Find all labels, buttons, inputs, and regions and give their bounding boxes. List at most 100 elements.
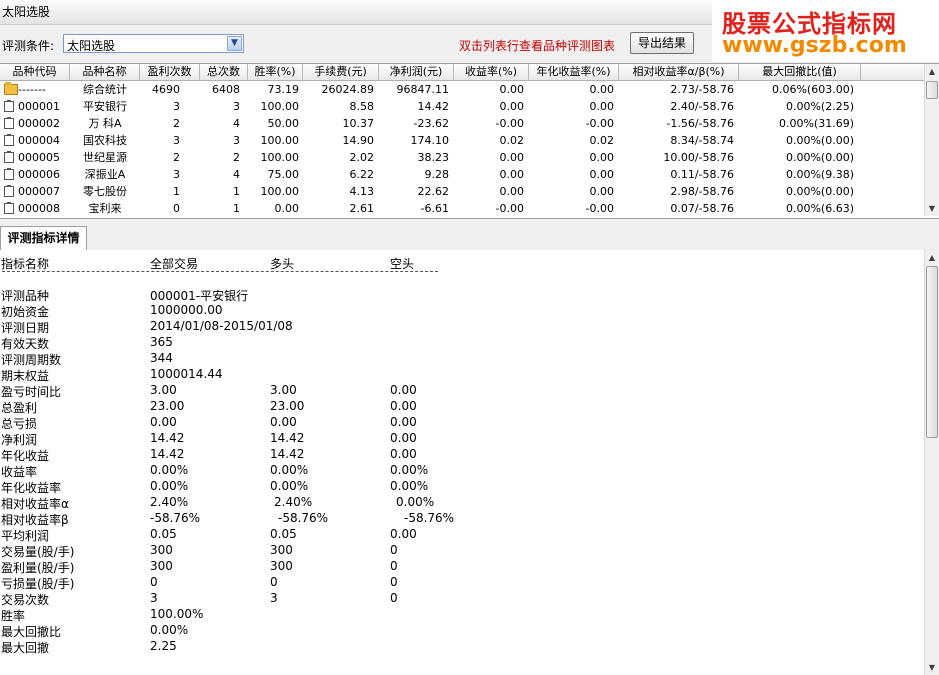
- detail-metric-value: 1000014.44: [150, 367, 223, 381]
- detail-metric-value: 2.40%: [150, 495, 189, 509]
- column-header-annual[interactable]: 年化收益率(%): [529, 64, 619, 80]
- detail-metric-value: 14.42: [270, 447, 305, 461]
- document-icon: [4, 100, 14, 112]
- column-header-fee[interactable]: 手续费(元): [303, 64, 379, 80]
- detail-metric-name: 评测日期: [1, 321, 50, 335]
- detail-metric-value: 23.00: [150, 399, 185, 413]
- scroll-up-icon[interactable]: ▲: [925, 64, 939, 79]
- table-header: 品种代码 品种名称 盈利次数 总次数 胜率(%) 手续费(元) 净利润(元) 收…: [0, 64, 924, 81]
- cell-drawdown: 0.00%(31.69): [778, 117, 854, 130]
- document-icon: [4, 117, 14, 129]
- detail-metric-value: 0.00%: [150, 623, 189, 637]
- detail-header-metric: 指标名称: [1, 257, 50, 271]
- detail-metric-value: 2014/01/08-2015/01/08: [150, 319, 293, 333]
- scrollbar-thumb[interactable]: [926, 81, 938, 99]
- table-row[interactable]: 000002 万 科A 2 4 50.00 10.37 -23.62 -0.00 -0.00 -1…: [0, 115, 924, 132]
- cell-ret: 0.00: [499, 83, 525, 96]
- export-button[interactable]: 导出结果: [630, 32, 694, 54]
- detail-metric-value: 0.05: [150, 527, 177, 541]
- column-header-relative[interactable]: 相对收益率α/β(%): [619, 64, 739, 80]
- column-header-drawdown[interactable]: 最大回撤比(值): [739, 64, 861, 80]
- cell-winrate: 75.00: [267, 168, 300, 181]
- scroll-down-icon[interactable]: ▼: [925, 201, 939, 216]
- table-row[interactable]: 000005 世纪星源 2 2 100.00 2.02 38.23 0.00 0.00 10.00…: [0, 149, 924, 166]
- detail-scrollbar[interactable]: ▲ ▼: [924, 250, 939, 675]
- column-header-return[interactable]: 收益率(%): [454, 64, 529, 80]
- cell-drawdown: 0.06%(603.00): [771, 83, 854, 96]
- cell-annual: 0.00: [589, 100, 615, 113]
- cell-code: 000001: [18, 100, 60, 113]
- detail-tab-bar: 评测指标详情: [0, 226, 939, 251]
- cell-drawdown: 0.00%(0.00): [785, 134, 854, 147]
- detail-metric-value: -58.76%: [278, 511, 329, 525]
- detail-metric-value: 14.42: [150, 431, 185, 445]
- condition-select[interactable]: 太阳选股 ▼: [63, 34, 244, 53]
- cell-profit: 22.62: [417, 185, 450, 198]
- cell-code: 000006: [18, 168, 60, 181]
- table-row[interactable]: 000007 零七股份 1 1 100.00 4.13 22.62 0.00 0.00 2.98/…: [0, 183, 924, 200]
- column-header-code[interactable]: 品种代码: [0, 64, 70, 80]
- table-row[interactable]: 000006 深振业A 3 4 75.00 6.22 9.28 0.00 0.00 0.11/-5…: [0, 166, 924, 183]
- document-icon: [4, 134, 14, 146]
- cell-profit: -6.61: [420, 202, 449, 215]
- cell-profit: 38.23: [417, 151, 450, 164]
- detail-metric-value: 000001-平安银行: [150, 289, 249, 303]
- document-icon: [4, 202, 14, 214]
- column-header-profit[interactable]: 净利润(元): [379, 64, 454, 80]
- cell-profit: 14.42: [417, 100, 450, 113]
- detail-metric-name: 期末权益: [1, 369, 50, 383]
- detail-metric-value: 0.00%: [390, 479, 429, 493]
- detail-metric-value: 300: [270, 559, 293, 573]
- detail-metric-value: 0.00: [270, 415, 297, 429]
- cell-relative: 10.00/-58.76: [663, 151, 734, 164]
- divider: [2, 271, 438, 272]
- detail-metric-name: 总亏损: [1, 417, 38, 431]
- cell-wins: 3: [173, 168, 180, 181]
- cell-winrate: 100.00: [260, 151, 300, 164]
- cell-ret: 0.00: [499, 100, 525, 113]
- cell-relative: 0.11/-58.76: [670, 168, 734, 181]
- table-row[interactable]: 000001 平安银行 3 3 100.00 8.58 14.42 0.00 0.00 2.40/…: [0, 98, 924, 115]
- cell-relative: 2.98/-58.76: [670, 185, 734, 198]
- detail-metric-name: 年化收益: [1, 449, 50, 463]
- detail-metric-value: 0.00: [390, 399, 417, 413]
- cell-name: 零七股份: [83, 185, 127, 198]
- cell-annual: 0.00: [589, 168, 615, 181]
- scroll-down-icon[interactable]: ▼: [925, 660, 939, 675]
- cell-winrate: 100.00: [260, 134, 300, 147]
- cell-annual: -0.00: [585, 117, 614, 130]
- cell-ret: 0.00: [499, 151, 525, 164]
- detail-metric-name: 相对收益率β: [1, 513, 69, 527]
- column-header-total[interactable]: 总次数: [200, 64, 248, 80]
- column-header-name[interactable]: 品种名称: [70, 64, 140, 80]
- detail-metric-value: 14.42: [150, 447, 185, 461]
- cell-name: 宝利来: [88, 202, 122, 215]
- cell-relative: 0.07/-58.76: [670, 202, 734, 215]
- scroll-up-icon[interactable]: ▲: [925, 250, 939, 265]
- table-scrollbar[interactable]: ▲ ▼: [924, 64, 939, 216]
- cell-wins: 0: [173, 202, 180, 215]
- detail-metric-value: 3: [150, 591, 158, 605]
- table-row[interactable]: ------- 综合统计 4690 6408 73.19 26024.89 96847.11…: [0, 81, 924, 98]
- detail-metric-value: 0: [270, 575, 278, 589]
- detail-metric-name: 平均利润: [1, 529, 50, 543]
- column-header-wins[interactable]: 盈利次数: [140, 64, 200, 80]
- column-header-winrate[interactable]: 胜率(%): [248, 64, 303, 80]
- detail-metric-name: 净利润: [1, 433, 38, 447]
- cell-annual: 0.00: [589, 185, 615, 198]
- cell-total: 1: [233, 202, 240, 215]
- scrollbar-thumb[interactable]: [926, 266, 938, 438]
- cell-name: 综合统计: [83, 83, 127, 96]
- chevron-down-icon[interactable]: ▼: [227, 36, 242, 51]
- detail-metric-name: 最大回撤比: [1, 625, 62, 639]
- detail-metric-name: 盈亏时间比: [1, 385, 62, 399]
- table-row[interactable]: 000008 宝利来 0 1 0.00 2.61 -6.61 -0.00 -0.00 0.07/-…: [0, 200, 924, 217]
- site-watermark: 股票公式指标网 www.gszb.com: [712, 0, 939, 62]
- detail-metric-value: 0: [390, 543, 398, 557]
- table-row[interactable]: 000004 国农科技 3 3 100.00 14.90 174.10 0.02 0.02 8.3…: [0, 132, 924, 149]
- window-title: 太阳选股: [2, 5, 51, 19]
- tab-detail[interactable]: 评测指标详情: [0, 226, 87, 250]
- cell-annual: 0.02: [589, 134, 615, 147]
- detail-metric-name: 盈利量(股/手): [1, 561, 75, 575]
- detail-metric-value: 0: [390, 575, 398, 589]
